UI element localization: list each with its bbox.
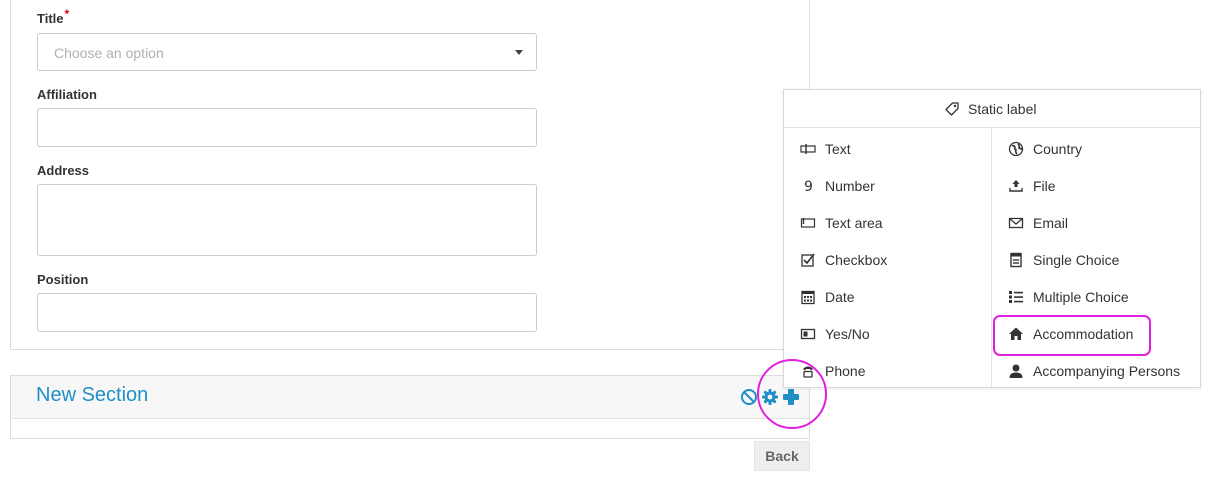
field-type-label: Phone bbox=[825, 362, 866, 379]
field-type-text[interactable]: Text bbox=[800, 130, 990, 167]
envelope-icon bbox=[1008, 215, 1024, 231]
field-type-checkbox[interactable]: Checkbox bbox=[800, 241, 990, 278]
form-panel: Title* Choose an option Affiliation Addr… bbox=[10, 0, 810, 350]
textarea-icon bbox=[800, 215, 816, 231]
field-type-single-choice[interactable]: Single Choice bbox=[1008, 241, 1200, 278]
static-label-text: Static label bbox=[968, 101, 1037, 117]
field-type-label: Text bbox=[825, 140, 851, 157]
field-type-label: File bbox=[1033, 177, 1056, 194]
svg-text:9: 9 bbox=[804, 179, 813, 194]
field-type-label: Checkbox bbox=[825, 251, 888, 268]
globe-icon bbox=[1008, 141, 1024, 157]
field-type-label: Text area bbox=[825, 214, 883, 231]
title-label: Title* bbox=[37, 7, 70, 26]
field-type-multiple-choice[interactable]: Multiple Choice bbox=[1008, 278, 1200, 315]
field-type-yes-no[interactable]: Yes/No bbox=[800, 315, 990, 352]
text-field-icon bbox=[800, 141, 816, 157]
title-select[interactable]: Choose an option bbox=[37, 33, 537, 71]
field-type-textarea[interactable]: Text area bbox=[800, 204, 990, 241]
disable-icon[interactable] bbox=[740, 388, 758, 406]
address-label: Address bbox=[37, 163, 90, 178]
field-type-email[interactable]: Email bbox=[1008, 204, 1200, 241]
field-type-label: Multiple Choice bbox=[1033, 288, 1129, 305]
checkbox-icon bbox=[800, 252, 816, 268]
chevron-down-icon bbox=[515, 50, 523, 55]
upload-icon bbox=[1008, 178, 1024, 194]
required-mark: * bbox=[64, 7, 70, 21]
title-select-placeholder: Choose an option bbox=[54, 45, 164, 61]
field-type-accompanying-persons[interactable]: Accompanying Persons bbox=[1008, 352, 1200, 389]
add-button-highlight bbox=[757, 359, 827, 429]
back-button[interactable]: Back bbox=[754, 441, 810, 471]
section-header: New Section bbox=[11, 376, 809, 419]
address-field[interactable] bbox=[37, 184, 537, 256]
field-type-label: Country bbox=[1033, 140, 1083, 157]
field-type-date[interactable]: Date bbox=[800, 278, 990, 315]
section-panel: New Section bbox=[10, 375, 810, 439]
field-type-label: Number bbox=[825, 177, 875, 194]
field-type-label: Date bbox=[825, 288, 855, 305]
field-type-label: Email bbox=[1033, 214, 1069, 231]
tag-icon bbox=[945, 102, 959, 116]
popup-divider bbox=[991, 128, 992, 387]
field-type-phone[interactable]: Phone bbox=[800, 352, 990, 389]
static-label-option[interactable]: Static label bbox=[784, 90, 1200, 128]
section-title: New Section bbox=[36, 384, 149, 406]
single-choice-icon bbox=[1008, 252, 1024, 268]
user-icon bbox=[1008, 363, 1024, 379]
field-type-label: Accompanying Persons bbox=[1033, 362, 1181, 379]
affiliation-field[interactable] bbox=[37, 108, 537, 147]
toggle-icon bbox=[800, 326, 816, 342]
calendar-icon bbox=[800, 289, 816, 305]
list-icon bbox=[1008, 289, 1024, 305]
position-label: Position bbox=[37, 272, 89, 287]
field-type-file[interactable]: File bbox=[1008, 167, 1200, 204]
field-type-country[interactable]: Country bbox=[1008, 130, 1200, 167]
field-type-label: Single Choice bbox=[1033, 251, 1120, 268]
affiliation-label: Affiliation bbox=[37, 87, 97, 102]
position-field[interactable] bbox=[37, 293, 537, 332]
accommodation-highlight bbox=[993, 315, 1151, 356]
field-type-label: Yes/No bbox=[825, 325, 870, 342]
number-icon: 9 bbox=[800, 178, 816, 194]
field-type-number[interactable]: 9 Number bbox=[800, 167, 990, 204]
